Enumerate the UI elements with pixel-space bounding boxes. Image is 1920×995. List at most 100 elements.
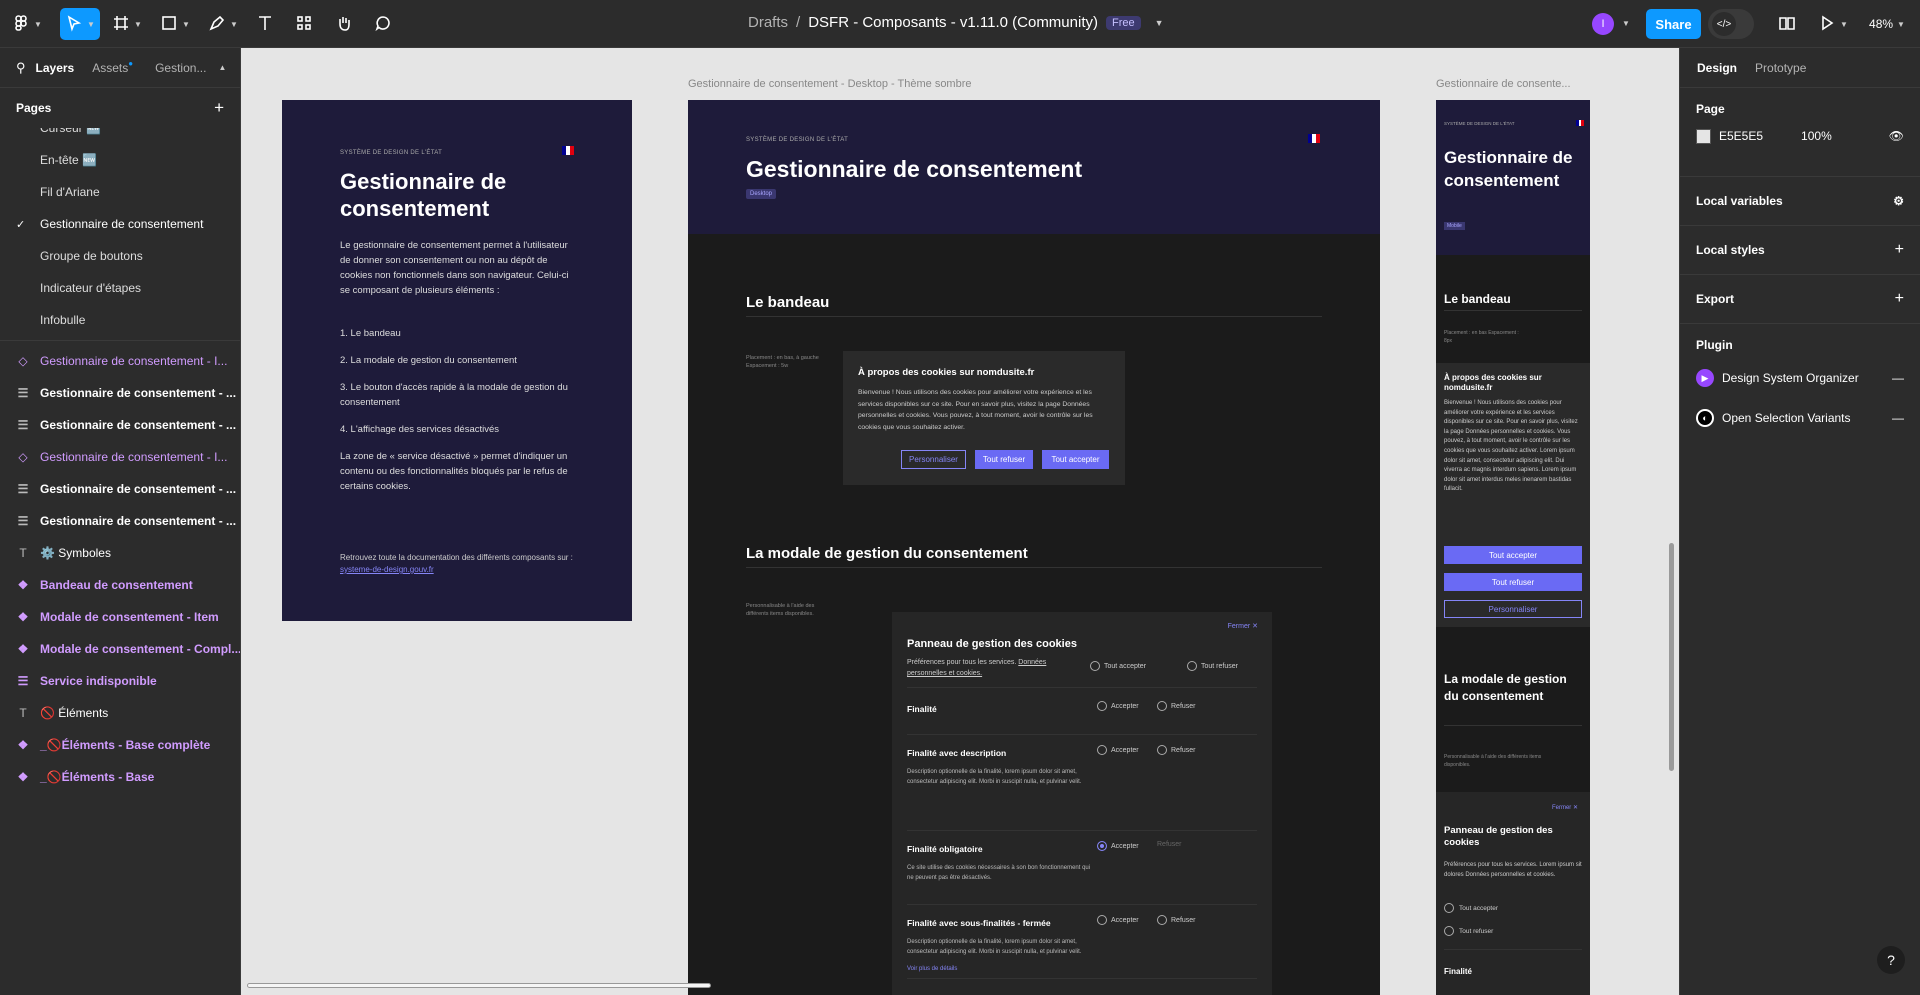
file-title-bar[interactable]: Drafts / DSFR - Composants - v1.11.0 (Co… [748, 14, 1164, 31]
layers-panel: ⚲ Layers Assets ● Gestion... ▲ Pages + C… [0, 48, 241, 995]
doc-link[interactable]: systeme-de-design.gouv.fr [340, 565, 434, 574]
page-item[interactable]: Fil d'Ariane [0, 176, 240, 208]
add-page-icon[interactable]: + [214, 98, 224, 118]
layer-item[interactable]: ❖ _🚫Éléments - Base [0, 761, 240, 793]
layer-item[interactable]: ❖ Modale de consentement - Compl... [0, 633, 240, 665]
chevron-up-icon[interactable]: ▲ [218, 63, 226, 72]
zoom-menu[interactable]: 48% ▼ [1866, 8, 1908, 40]
page-color-value[interactable]: E5E5E5 [1719, 129, 1763, 143]
canvas[interactable]: SYSTÈME DE DESIGN DE L'ÉTAT Gestionnaire… [241, 48, 1679, 995]
frame-label-desktop[interactable]: Gestionnaire de consentement - Desktop -… [688, 78, 972, 90]
comment-tool-button[interactable] [372, 8, 394, 40]
layer-item[interactable]: ☰ Gestionnaire de consentement - ... [0, 409, 240, 441]
page-item[interactable]: Groupe de boutons [0, 240, 240, 272]
layer-item[interactable]: ❖ Bandeau de consentement [0, 569, 240, 601]
plus-icon[interactable]: + [1895, 290, 1904, 308]
hand-tool-button[interactable] [333, 8, 355, 40]
layer-item[interactable]: ☰ Gestionnaire de consentement - ... [0, 473, 240, 505]
layer-item[interactable]: ☰ Gestionnaire de consentement - ... [0, 505, 240, 537]
main-menu-button[interactable]: ▼ [12, 8, 42, 40]
accept-all-radio[interactable]: Tout accepter [1090, 661, 1146, 671]
help-button[interactable]: ? [1877, 946, 1905, 974]
accept-all-button[interactable]: Tout accepter [1042, 450, 1109, 469]
frame-tool-button[interactable]: ▼ [110, 8, 144, 40]
minus-icon[interactable]: — [1892, 371, 1904, 385]
refuse-all-button[interactable]: Tout refuser [975, 450, 1033, 469]
breadcrumb-drafts[interactable]: Drafts [748, 14, 788, 31]
layer-item[interactable]: ❖ Modale de consentement - Item [0, 601, 240, 633]
page-item[interactable]: En-tête 🆕 [0, 144, 240, 176]
refuse-radio[interactable]: Refuser [1157, 841, 1182, 848]
accept-radio[interactable]: Accepter [1097, 745, 1139, 755]
present-button[interactable]: ▼ [1818, 8, 1848, 40]
export-section[interactable]: Export + [1680, 275, 1920, 324]
accept-radio[interactable]: Accepter [1097, 701, 1139, 711]
layer-item[interactable]: ◇ Gestionnaire de consentement - I... [0, 441, 240, 473]
tab-assets[interactable]: Assets [92, 61, 128, 75]
intro-frame[interactable]: SYSTÈME DE DESIGN DE L'ÉTAT Gestionnaire… [282, 100, 632, 621]
mobile-customize-button[interactable]: Personnaliser [1444, 600, 1582, 618]
tab-prototype[interactable]: Prototype [1755, 61, 1806, 75]
tab-layers[interactable]: Layers [36, 61, 75, 75]
modal-close-button[interactable]: Fermer ✕ [1228, 622, 1258, 630]
layer-item[interactable]: ◇ Gestionnaire de consentement - I... [0, 345, 240, 377]
plus-icon[interactable]: + [1895, 241, 1904, 259]
search-icon[interactable]: ⚲ [16, 60, 26, 76]
minus-icon[interactable]: — [1892, 411, 1904, 425]
color-swatch[interactable] [1696, 128, 1711, 144]
page-item[interactable]: Infobulle [0, 304, 240, 336]
move-tool-button[interactable]: ▼ [60, 8, 100, 40]
mobile-frame[interactable]: SYSTÈME DE DESIGN DE L'ÉTAT Gestionnaire… [1436, 100, 1590, 995]
eye-icon[interactable]: 👁 [1889, 129, 1904, 143]
layer-item[interactable]: ❖ _🚫Éléments - Base complète [0, 729, 240, 761]
mobile-close-button[interactable]: Fermer ✕ [1552, 804, 1578, 811]
chevron-down-icon[interactable]: ▼ [1622, 19, 1630, 28]
tab-design[interactable]: Design [1697, 61, 1737, 75]
local-styles-section[interactable]: Local styles + [1680, 226, 1920, 275]
desktop-frame[interactable]: SYSTÈME DE DESIGN DE L'ÉTAT Gestionnaire… [688, 100, 1380, 995]
mobile-accept-all-radio[interactable]: Tout accepter [1444, 903, 1498, 913]
frame-label-mobile[interactable]: Gestionnaire de consente... [1436, 78, 1571, 90]
dev-mode-toggle[interactable]: </> [1708, 9, 1754, 39]
shape-tool-button[interactable]: ▼ [158, 8, 192, 40]
pen-tool-button[interactable]: ▼ [206, 8, 240, 40]
horizontal-scrollbar[interactable] [247, 983, 711, 988]
mobile-refuse-all-radio[interactable]: Tout refuser [1444, 926, 1493, 936]
layer-item[interactable]: ☰ Service indisponible [0, 665, 240, 697]
layer-item[interactable]: T 🚫 Éléments [0, 697, 240, 729]
breadcrumb-separator: / [796, 14, 801, 31]
customize-button[interactable]: Personnaliser [901, 450, 966, 469]
text-tool-button[interactable] [254, 8, 276, 40]
sliders-icon[interactable]: ⚙ [1893, 194, 1904, 208]
more-details-link[interactable]: Voir plus de détails [907, 966, 957, 972]
plugin-item[interactable]: ◐ Open Selection Variants — [1680, 398, 1920, 438]
layer-item[interactable]: T ⚙️ Symboles [0, 537, 240, 569]
chevron-down-icon: ▼ [1897, 19, 1905, 29]
file-title[interactable]: DSFR - Composants - v1.11.0 (Community) [808, 14, 1098, 31]
divider [0, 340, 240, 341]
page-item-active[interactable]: ✓ Gestionnaire de consentement [0, 208, 240, 240]
library-button[interactable] [1776, 8, 1798, 40]
avatar[interactable]: I [1592, 13, 1614, 35]
page-item[interactable]: Indicateur d'étapes [0, 272, 240, 304]
vertical-scrollbar[interactable] [1669, 543, 1674, 771]
refuse-all-radio[interactable]: Tout refuser [1187, 661, 1238, 671]
refuse-radio[interactable]: Refuser [1157, 701, 1196, 711]
resources-button[interactable] [293, 8, 315, 40]
share-button[interactable]: Share [1646, 9, 1701, 39]
page-opacity-value[interactable]: 100% [1801, 129, 1832, 143]
plugin-label: Design System Organizer [1722, 371, 1859, 385]
plugin-item[interactable]: ▶ Design System Organizer — [1680, 358, 1920, 398]
mobile-accept-all-button[interactable]: Tout accepter [1444, 546, 1582, 564]
page-fill-row[interactable]: E5E5E5 100% 👁 [1680, 116, 1920, 156]
accept-radio[interactable]: Accepter [1097, 841, 1139, 851]
layer-item[interactable]: ☰ Gestionnaire de consentement - ... [0, 377, 240, 409]
local-variables-section[interactable]: Local variables ⚙ [1680, 177, 1920, 226]
page-switcher[interactable]: Gestion... [155, 61, 206, 75]
refuse-radio[interactable]: Refuser [1157, 745, 1196, 755]
accept-radio[interactable]: Accepter [1097, 915, 1139, 925]
chevron-down-icon[interactable]: ▼ [1155, 18, 1164, 28]
refuse-radio[interactable]: Refuser [1157, 915, 1196, 925]
page-item[interactable]: Curseur 🆕 [0, 128, 240, 144]
mobile-refuse-all-button[interactable]: Tout refuser [1444, 573, 1582, 591]
